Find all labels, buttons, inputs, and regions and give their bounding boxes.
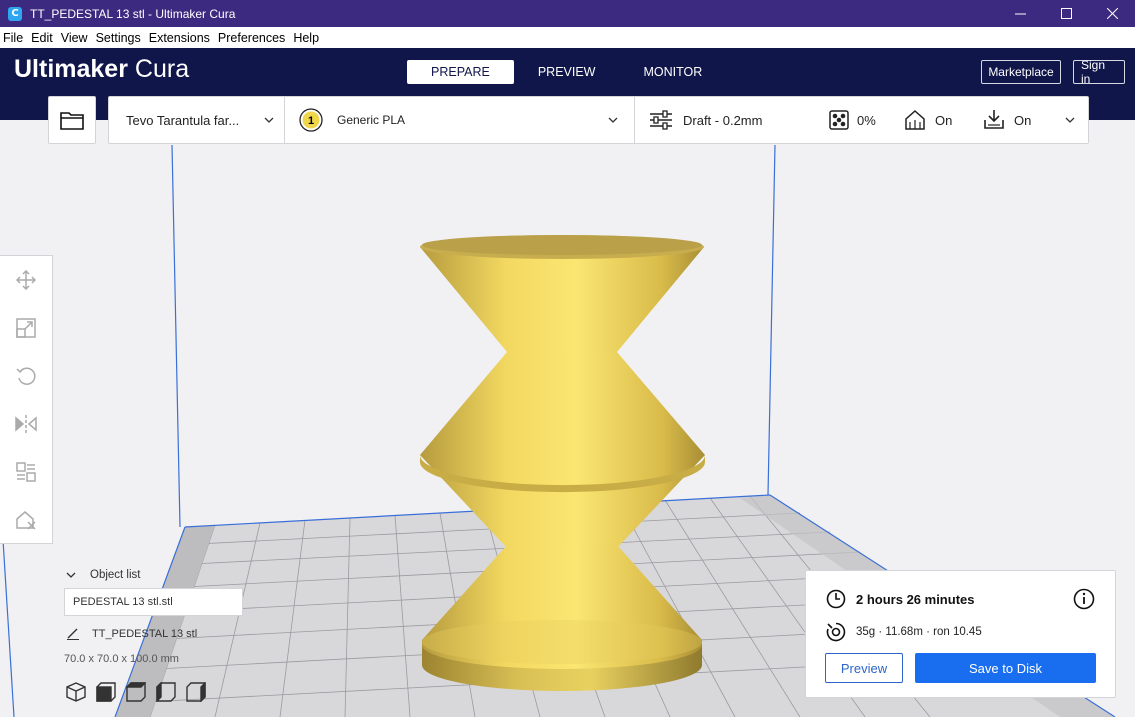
minimize-icon[interactable] <box>997 0 1043 27</box>
view-orientation-buttons <box>64 681 208 703</box>
pedestal-model <box>420 235 705 691</box>
svg-text:1: 1 <box>308 115 314 127</box>
tool-panel <box>0 255 53 544</box>
clock-icon <box>826 589 846 609</box>
menu-view[interactable]: View <box>57 31 92 45</box>
menu-file[interactable]: File <box>0 31 27 45</box>
open-file-button[interactable] <box>48 96 96 144</box>
printer-name: Tevo Tarantula far... <box>126 112 240 128</box>
left-view-icon[interactable] <box>154 681 178 703</box>
menu-extensions[interactable]: Extensions <box>145 31 214 45</box>
rotate-icon[interactable] <box>14 364 38 388</box>
object-list-label: Object list <box>90 569 141 581</box>
ultimaker-cura-logo: Ultimaker Cura <box>14 55 190 83</box>
menu-preferences[interactable]: Preferences <box>214 31 289 45</box>
chevron-down-icon <box>264 117 274 123</box>
object-list-toggle[interactable]: Object list <box>66 569 141 581</box>
save-to-disk-button[interactable]: Save to Disk <box>915 653 1096 683</box>
infill-value: 0% <box>857 112 876 128</box>
infill-icon <box>829 110 849 130</box>
title-bar: C TT_PEDESTAL 13 stl - Ultimaker Cura <box>0 0 1135 27</box>
window-title: TT_PEDESTAL 13 stl - Ultimaker Cura <box>30 6 236 21</box>
print-summary-panel: 2 hours 26 minutes 35g · 11.68m · ron 10… <box>805 570 1116 698</box>
maximize-icon[interactable] <box>1043 0 1089 27</box>
tab-preview[interactable]: PREVIEW <box>514 60 620 84</box>
adhesion-icon <box>984 110 1004 129</box>
scale-icon[interactable] <box>14 316 38 340</box>
print-setup-bar: Tevo Tarantula far... 1 Generic PLA Draf… <box>108 96 1089 144</box>
extruder-badge-icon: 1 <box>299 108 323 132</box>
folder-icon <box>60 112 84 130</box>
print-settings-selector[interactable]: Draft - 0.2mm 0% On On <box>649 97 1079 143</box>
menu-settings[interactable]: Settings <box>92 31 145 45</box>
sign-in-button[interactable]: Sign in <box>1073 58 1125 86</box>
support-icon <box>905 109 925 130</box>
material-usage: 35g · 11.68m · ron 10.45 <box>856 626 982 638</box>
stage-tabs: PREPARE PREVIEW MONITOR <box>407 60 726 84</box>
marketplace-button[interactable]: Marketplace <box>981 60 1061 84</box>
chevron-down-icon <box>66 572 76 578</box>
menu-edit[interactable]: Edit <box>27 31 57 45</box>
per-model-settings-icon[interactable] <box>14 460 38 484</box>
printer-selector[interactable]: Tevo Tarantula far... <box>126 97 284 143</box>
chevron-down-icon <box>608 117 618 123</box>
3d-view-icon[interactable] <box>64 681 88 703</box>
material-name: Generic PLA <box>337 113 406 127</box>
info-icon[interactable] <box>1073 588 1095 610</box>
object-dimensions: 70.0 x 70.0 x 100.0 mm <box>64 653 179 665</box>
tab-prepare[interactable]: PREPARE <box>407 60 514 84</box>
close-icon[interactable] <box>1089 0 1135 27</box>
tab-monitor[interactable]: MONITOR <box>619 60 726 84</box>
menu-help[interactable]: Help <box>289 31 323 45</box>
print-time-row: 2 hours 26 minutes <box>826 589 974 609</box>
support-value: On <box>935 112 953 128</box>
material-selector[interactable]: 1 Generic PLA <box>299 97 624 143</box>
support-blocker-icon[interactable] <box>14 508 38 532</box>
front-view-icon[interactable] <box>94 681 118 703</box>
move-icon[interactable] <box>14 268 38 292</box>
object-name: TT_PEDESTAL 13 stl <box>92 628 198 640</box>
adhesion-value: On <box>1014 112 1032 128</box>
material-usage-row: 35g · 11.68m · ron 10.45 <box>826 622 982 642</box>
pencil-icon <box>67 628 79 640</box>
preview-button[interactable]: Preview <box>825 653 903 683</box>
cura-app-icon: C <box>8 6 22 21</box>
chevron-down-icon <box>1065 117 1075 123</box>
menu-bar: File Edit View Settings Extensions Prefe… <box>0 27 1135 48</box>
object-name-row[interactable]: TT_PEDESTAL 13 stl <box>66 628 197 640</box>
top-view-icon[interactable] <box>124 681 148 703</box>
right-view-icon[interactable] <box>184 681 208 703</box>
settings-sliders-icon <box>650 110 672 130</box>
object-list-item[interactable]: PEDESTAL 13 stl.stl <box>64 588 243 616</box>
spool-icon <box>826 622 846 642</box>
profile-name: Draft - 0.2mm <box>683 112 763 128</box>
mirror-icon[interactable] <box>14 412 38 436</box>
print-time: 2 hours 26 minutes <box>856 591 975 607</box>
